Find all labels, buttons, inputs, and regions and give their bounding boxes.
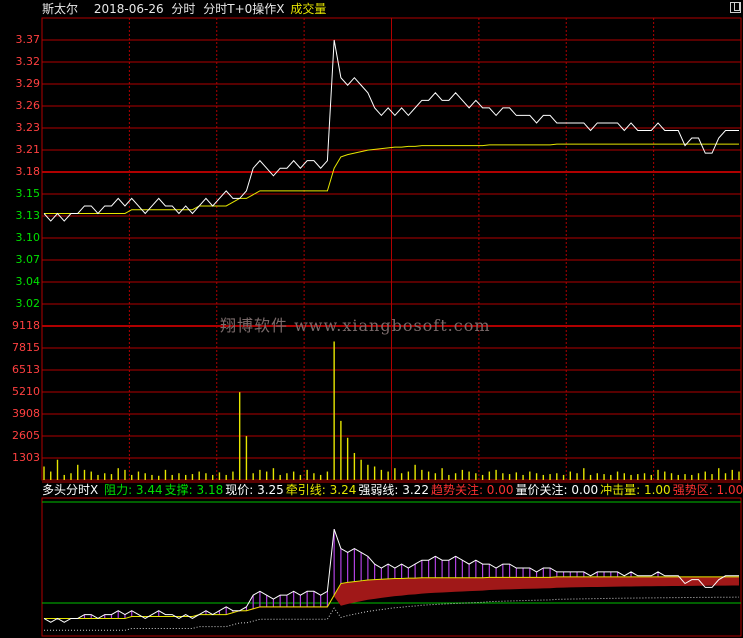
indicator-item: 趋势关注: 0.00	[430, 483, 514, 497]
indicator-item: 阻力: 3.44	[104, 483, 163, 497]
price-tick-label: 3.26	[15, 99, 41, 112]
volume-tick-label: 7815	[12, 341, 40, 354]
volume-tick-label: 9118	[12, 319, 40, 332]
strength-line	[44, 596, 740, 631]
price-tick-label: 3.21	[15, 143, 41, 156]
indicator-item: 强弱线: 3.22	[358, 483, 429, 497]
price-tick-label: 3.29	[15, 77, 41, 90]
volume-tick-label: 2605	[12, 429, 40, 442]
indicator-item: 牵引线: 3.24	[285, 483, 357, 497]
watermark-text: 翔博软件 www.xiangbosoft.com	[220, 316, 491, 335]
price-tick-label: 3.02	[15, 297, 41, 310]
indicator-item: 强势区: 1.00	[672, 483, 743, 497]
price-tick-label: 3.07	[15, 253, 41, 266]
volume-tick-label: 1303	[12, 450, 40, 464]
indicator-frame	[41, 497, 742, 637]
volume-tick-label: 6513	[12, 362, 40, 376]
price-tick-label: 3.18	[15, 165, 41, 178]
volume-tick-label: 3908	[12, 406, 40, 420]
indicator-bar: 多头分时X 阻力: 3.44 支撑: 3.18 现价: 3.25 牵引线: 3.24 强…	[42, 482, 743, 498]
price-tick-label: 3.13	[15, 209, 41, 222]
indicator-item: 量价关注: 0.00	[515, 483, 599, 497]
indicator-item: 支撑: 3.18	[164, 483, 224, 497]
price-tick-label: 3.04	[15, 275, 41, 288]
indicator-title[interactable]: 多头分时X	[42, 483, 98, 497]
indicator-item: 冲击量: 1.00	[600, 483, 671, 497]
price-tick-label: 3.37	[15, 33, 41, 46]
price-tick-label: 3.23	[15, 121, 41, 134]
volume-tick-label: 5210	[12, 385, 40, 398]
strength-zone-fill	[44, 576, 739, 619]
price-tick-label: 3.32	[15, 55, 41, 68]
price-tick-label: 3.15	[15, 187, 41, 200]
price-tick-label: 3.10	[15, 231, 41, 244]
indicator-item: 现价: 3.25	[225, 483, 284, 497]
